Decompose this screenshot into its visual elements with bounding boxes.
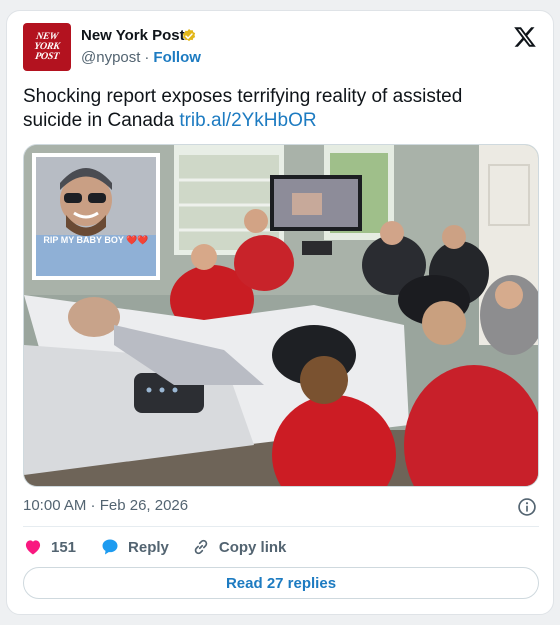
handle-line: @nypost · Follow	[81, 49, 201, 66]
tweet-timestamp[interactable]: 10:00 AM · Feb 26, 2026	[23, 497, 188, 514]
like-button[interactable]: 151	[23, 537, 76, 557]
account-handle[interactable]: @nypost	[81, 49, 140, 66]
copy-link-label: Copy link	[218, 538, 287, 556]
tweet-text: Shocking report exposes terrifying reali…	[23, 85, 523, 133]
hospital-room-photo: RIP MY BABY BOY ❤️❤️	[24, 145, 538, 486]
reply-label: Reply	[128, 538, 169, 556]
reply-bubble-icon	[102, 539, 118, 555]
copy-link-button[interactable]: Copy link	[191, 537, 287, 557]
divider	[23, 526, 539, 527]
action-bar: 151 Reply Copy link	[23, 536, 286, 558]
tweet-link[interactable]: trib.al/2YkHbOR	[179, 110, 316, 131]
account-name[interactable]: New York Post	[81, 27, 185, 44]
x-logo-icon[interactable]	[513, 25, 537, 49]
tweet-photo[interactable]: RIP MY BABY BOY ❤️❤️	[23, 144, 539, 487]
reply-button[interactable]: Reply	[100, 537, 169, 557]
copy-link-icon	[194, 539, 208, 555]
tweet-card: NEW YORK POST New York Post @nypost · Foll…	[6, 10, 554, 615]
logo-line-3: POST	[34, 51, 60, 62]
read-replies-button[interactable]: Read 27 replies	[23, 567, 539, 599]
handle-separator: ·	[144, 49, 150, 66]
info-icon[interactable]	[517, 497, 537, 517]
nypost-avatar-logo[interactable]: NEW YORK POST	[23, 23, 71, 71]
like-count: 151	[51, 538, 77, 556]
follow-button[interactable]: Follow	[153, 49, 201, 66]
inset-caption: RIP MY BABY BOY ❤️❤️	[43, 235, 149, 245]
verified-badge-icon	[182, 29, 196, 42]
heart-icon	[25, 540, 41, 555]
